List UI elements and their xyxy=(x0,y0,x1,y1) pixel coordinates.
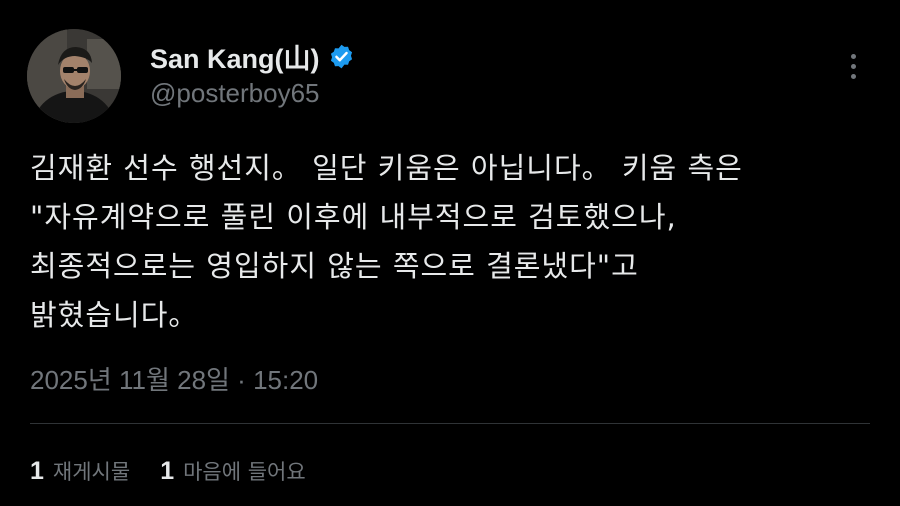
more-vertical-icon xyxy=(850,53,856,59)
retweets-count: 1 xyxy=(30,457,44,485)
verified-badge-icon xyxy=(328,43,355,70)
likes-count: 1 xyxy=(160,457,175,485)
tweet-detail: San Kang(山) @posterboy65 김재환 선수 행선지。 일단 … xyxy=(0,0,900,506)
author-display-name[interactable]: San Kang(山) xyxy=(150,37,320,76)
tweet-text-line: 최종적으로는 영입하지 않는 쪽으로 결론냈다"고 xyxy=(30,249,639,283)
likes-stat[interactable]: 1 마음에 들어요 xyxy=(160,456,306,486)
tweet-text-line: 밝혔습니다。 xyxy=(30,298,199,332)
likes-label: 마음에 들어요 xyxy=(183,460,306,484)
more-vertical-icon-dot xyxy=(850,73,856,79)
retweets-stat[interactable]: 1 재게시물 xyxy=(30,456,130,486)
author-name-row: San Kang(山) xyxy=(150,38,355,74)
more-options-button[interactable] xyxy=(838,48,868,84)
tweet-timestamp[interactable]: 2025년 11월 28일 · 15:20 xyxy=(30,360,318,397)
tweet-text-line: 김재환 선수 행선지。 일단 키움은 아닙니다。 키움 측은 xyxy=(30,151,743,185)
profile-photo-icon xyxy=(27,29,121,123)
tweet-text: 김재환 선수 행선지。 일단 키움은 아닙니다。 키움 측은 "자유계약으로 풀… xyxy=(30,144,875,340)
more-vertical-icon-dot xyxy=(850,63,856,69)
tweet-stats: 1 재게시물 1 마음에 들어요 xyxy=(30,456,336,486)
tweet-text-line: "자유계약으로 풀린 이후에 내부적으로 검토했으나, xyxy=(30,200,677,234)
retweets-label: 재게시물 xyxy=(52,460,131,484)
author-handle[interactable]: @posterboy65 xyxy=(150,78,320,109)
avatar[interactable] xyxy=(27,29,121,123)
divider xyxy=(30,423,870,424)
